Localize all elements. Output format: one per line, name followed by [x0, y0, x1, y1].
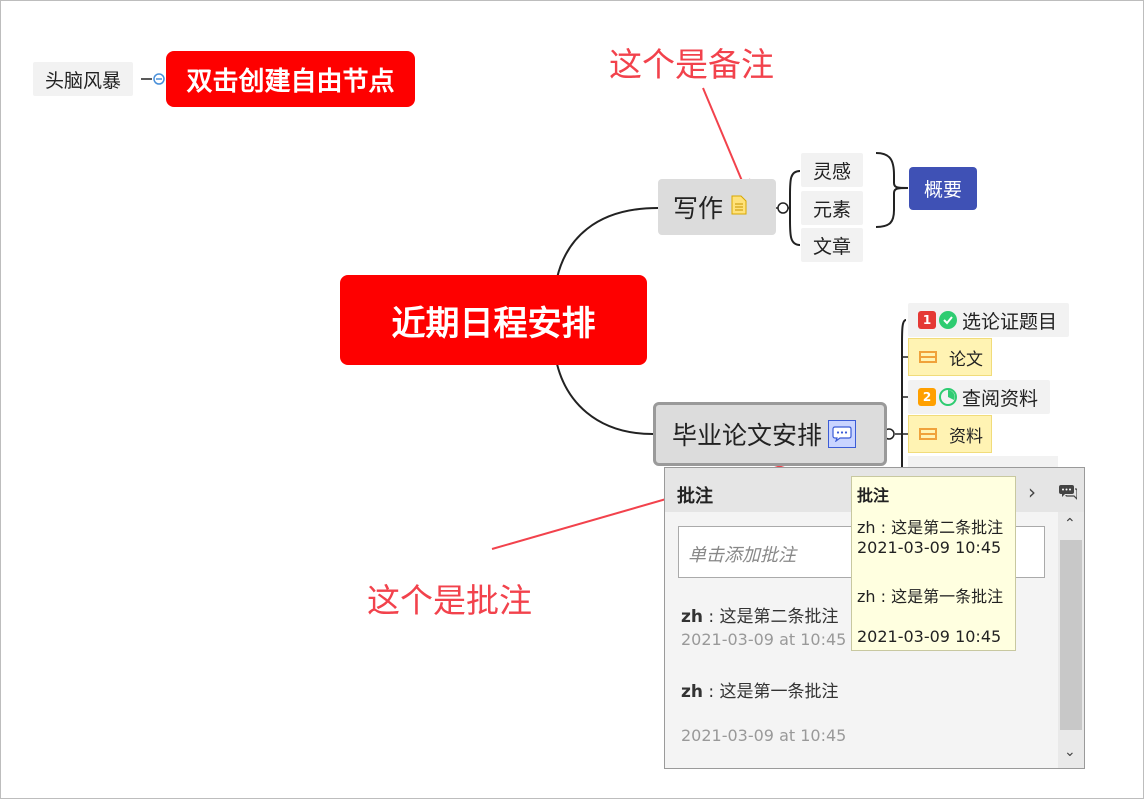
- branch-line-writing: [556, 207, 659, 279]
- summary-node[interactable]: 概要: [909, 167, 977, 210]
- task-sub-thesis[interactable]: 论文: [908, 338, 992, 376]
- task-sub-icon: [919, 351, 937, 363]
- thesis-sub-bracket: [901, 319, 907, 468]
- scroll-down-icon[interactable]: ⌄: [1064, 744, 1076, 760]
- subtopic-elements[interactable]: 元素: [801, 191, 864, 225]
- topic-thesis[interactable]: 毕业论文安排: [653, 402, 887, 466]
- comment-time: 2021-03-09 at 10:45: [681, 630, 847, 649]
- chevron-right-icon[interactable]: ›: [1028, 480, 1036, 504]
- branch-line-thesis: [556, 363, 654, 435]
- free-create-hint-label: 双击创建自由节点: [186, 66, 395, 97]
- scrollbar[interactable]: ⌃ ⌄: [1058, 512, 1084, 768]
- pie-progress-icon: [939, 388, 957, 406]
- subtopic-label: 元素: [813, 198, 852, 221]
- comment-input-placeholder: 单击添加批注: [688, 545, 796, 566]
- comment-separator: :: [708, 682, 720, 702]
- comments-icon[interactable]: [1059, 484, 1078, 504]
- writing-collapse-toggle: [777, 202, 789, 214]
- comment-author: zh: [681, 607, 703, 627]
- subtopic-label: 文章: [813, 235, 852, 258]
- tooltip-line: 2021-03-09 10:45: [857, 627, 1002, 646]
- task-sub-materials[interactable]: 资料: [908, 415, 992, 453]
- free-node-label: 头脑风暴: [45, 69, 122, 92]
- tooltip-line: zh : 这是第一条批注: [857, 587, 1004, 606]
- comment-tooltip: 批注 zh : 这是第二条批注 2021-03-09 10:45 zh : 这是…: [851, 476, 1016, 651]
- task-review-materials[interactable]: 2 查阅资料: [908, 380, 1051, 414]
- scroll-up-icon[interactable]: ⌃: [1064, 516, 1076, 532]
- free-create-hint-node[interactable]: 双击创建自由节点: [166, 51, 415, 107]
- comment-author: zh: [681, 682, 703, 702]
- scrollbar-thumb[interactable]: [1060, 540, 1082, 730]
- memo-annotation: 这个是备注: [609, 45, 774, 84]
- memo-icon[interactable]: [731, 195, 747, 219]
- tooltip-title: 批注: [857, 486, 890, 505]
- comment-time: 2021-03-09 at 10:45: [681, 726, 847, 745]
- task-label: 选论证题目: [962, 310, 1058, 333]
- tooltip-line: 2021-03-09 10:45: [857, 538, 1002, 557]
- priority-2-icon: 2: [918, 388, 936, 406]
- topic-thesis-label: 毕业论文安排: [672, 421, 823, 450]
- subtopic-label: 灵感: [813, 160, 852, 183]
- comment-panel-title: 批注: [677, 486, 713, 507]
- task-sub-label: 论文: [949, 349, 983, 370]
- comment-annotation: 这个是批注: [367, 581, 532, 620]
- comment-item: zh : 这是第一条批注: [681, 677, 839, 702]
- topic-writing-label: 写作: [673, 194, 724, 223]
- central-topic[interactable]: 近期日程安排: [340, 275, 647, 365]
- memo-arrow: [702, 87, 746, 189]
- comment-item: zh : 这是第二条批注: [681, 602, 839, 627]
- writing-sub-bracket: [789, 170, 801, 246]
- comment-text: 这是第一条批注: [719, 682, 839, 702]
- task-label: 查阅资料: [962, 387, 1039, 410]
- comment-separator: :: [708, 607, 720, 627]
- task-sub-label: 资料: [949, 426, 983, 447]
- task-sub-icon: [919, 428, 937, 440]
- free-node[interactable]: 头脑风暴: [33, 62, 134, 96]
- summary-brace: [875, 152, 909, 228]
- comment-text: 这是第二条批注: [719, 607, 839, 627]
- comment-icon[interactable]: [828, 420, 857, 448]
- check-circle-icon: [939, 311, 957, 329]
- tooltip-line: zh : 这是第二条批注: [857, 518, 1004, 537]
- subtopic-inspiration[interactable]: 灵感: [801, 153, 864, 187]
- topic-writing[interactable]: 写作: [658, 179, 776, 235]
- summary-label: 概要: [923, 179, 962, 201]
- priority-1-icon: 1: [918, 311, 936, 329]
- task-select-topic[interactable]: 1 选论证题目: [908, 303, 1070, 337]
- central-topic-label: 近期日程安排: [391, 303, 596, 344]
- subtopic-article[interactable]: 文章: [801, 228, 864, 262]
